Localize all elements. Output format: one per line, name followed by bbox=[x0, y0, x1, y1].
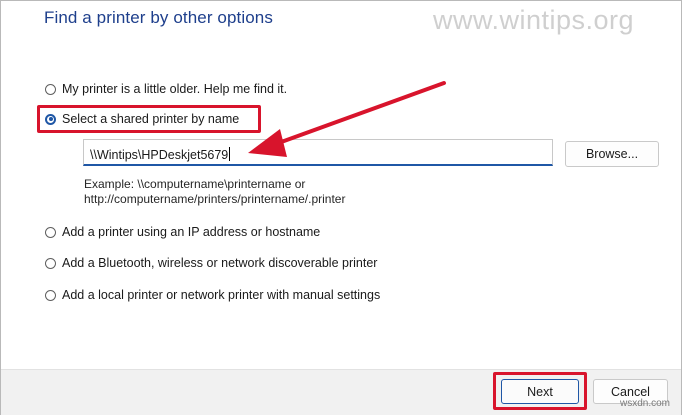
wizard-dialog: Find a printer by other options www.wint… bbox=[0, 0, 682, 415]
annotation-arrow-icon bbox=[248, 81, 446, 157]
